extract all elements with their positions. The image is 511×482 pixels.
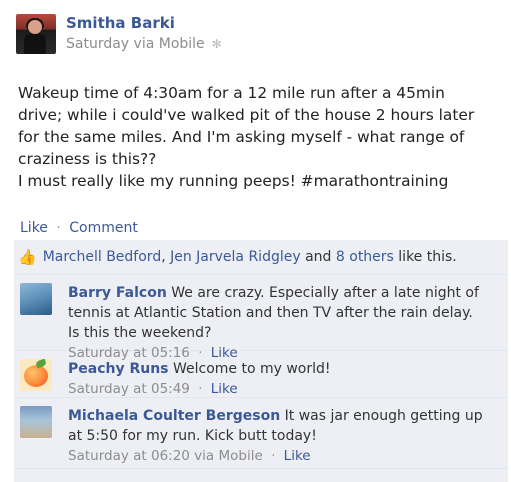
comment-text: It was jar enough getting up (284, 408, 483, 424)
likes-suffix: like this. (398, 249, 457, 265)
status-line: Wakeup time of 4:30am for a 12 mile run … (18, 84, 445, 102)
thumbs-up-icon: 👍 (18, 248, 37, 266)
comment-timestamp[interactable]: Saturday at 05:49 (68, 381, 190, 397)
story-meta: Saturday via Mobile ✻ (66, 35, 222, 53)
gear-icon[interactable]: ✻ (212, 35, 222, 53)
likes-summary: 👍 Marchell Bedford, Jen Jarvela Ridgley … (14, 240, 508, 275)
story-timestamp[interactable]: Saturday via Mobile (66, 35, 205, 53)
status-line: for the same miles. And I'm asking mysel… (18, 128, 465, 146)
comment-item: Michaela Coulter Bergeson It was jar eno… (14, 398, 508, 469)
author-name-link[interactable]: Smitha Barki (66, 14, 222, 33)
others-link[interactable]: 8 others (336, 249, 394, 265)
author-avatar[interactable] (16, 14, 56, 54)
comment-text: tennis at Atlantic Station and then TV a… (68, 305, 473, 321)
liker-link[interactable]: Jen Jarvela Ridgley (170, 249, 301, 265)
commenter-avatar[interactable] (20, 359, 52, 391)
status-message: Wakeup time of 4:30am for a 12 mile run … (18, 82, 478, 192)
likes-comma: , (161, 249, 166, 265)
commenter-name-link[interactable]: Michaela Coulter Bergeson (68, 408, 280, 424)
comment-like-link[interactable]: Like (211, 381, 238, 397)
commenter-avatar[interactable] (20, 283, 52, 315)
comment-meta: Saturday at 05:49 · Like (68, 379, 508, 399)
comment-text: at 5:50 for my run. Kick butt today! (68, 428, 317, 444)
feedback-panel: 👍 Marchell Bedford, Jen Jarvela Ridgley … (14, 240, 508, 482)
liker-link[interactable]: Marchell Bedford (43, 249, 162, 265)
commenter-name-link[interactable]: Barry Falcon (68, 285, 167, 301)
comment-link[interactable]: Comment (69, 220, 138, 236)
comment-like-link[interactable]: Like (284, 448, 311, 464)
comment-text: Welcome to my world! (172, 361, 331, 377)
commenter-avatar[interactable] (20, 406, 52, 438)
comment-item: Peachy Runs Welcome to my world! Saturda… (14, 351, 508, 398)
comment-meta: Saturday at 06:20 via Mobile · Like (68, 446, 508, 466)
like-link[interactable]: Like (20, 220, 48, 236)
separator-dot: · (56, 220, 61, 236)
commenter-name-link[interactable]: Peachy Runs (68, 361, 169, 377)
comment-item: Barry Falcon We are crazy. Especially af… (14, 275, 508, 361)
separator-dot: · (271, 448, 276, 464)
status-line: I must really like my running peeps! #ma… (18, 172, 449, 190)
status-line: craziness is this?? (18, 150, 157, 168)
comment-text: We are crazy. Especially after a late ni… (171, 285, 479, 301)
separator-dot: · (198, 381, 203, 397)
feed-story: Smitha Barki Saturday via Mobile ✻ Wakeu… (0, 0, 511, 482)
comment-text: Is this the weekend? (68, 325, 212, 341)
status-line: drive; while i could've walked pit of th… (18, 106, 475, 124)
likes-and: and (305, 249, 332, 265)
comment-timestamp[interactable]: Saturday at 06:20 via Mobile (68, 448, 263, 464)
story-actions: Like · Comment (0, 214, 511, 242)
story-header: Smitha Barki Saturday via Mobile ✻ (16, 14, 222, 56)
